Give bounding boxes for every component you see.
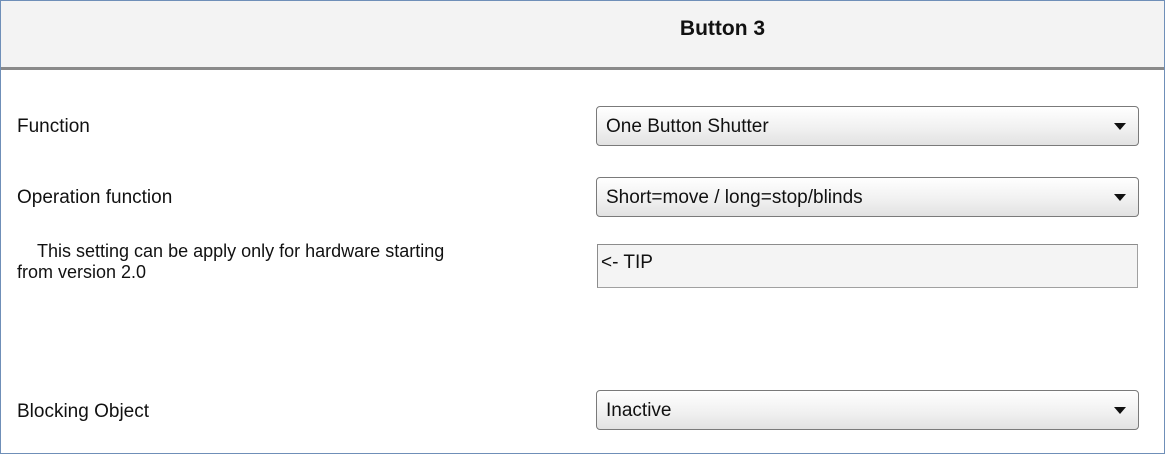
hardware-note: This setting can be apply only for hardw… — [17, 241, 577, 283]
chevron-down-icon[interactable] — [1114, 407, 1126, 414]
function-label: Function — [17, 116, 90, 137]
function-dropdown-value: One Button Shutter — [606, 116, 769, 137]
blocking-object-label: Blocking Object — [17, 401, 150, 422]
chevron-down-icon[interactable] — [1114, 123, 1126, 130]
function-dropdown[interactable]: One Button Shutter — [596, 106, 1139, 146]
operation-function-label: Operation function — [17, 187, 173, 208]
operation-function-dropdown-value: Short=move / long=stop/blinds — [606, 187, 863, 208]
hardware-note-line-2: from version 2.0 — [17, 262, 147, 282]
parameter-panel: Button 3 Function One Button Shutter Ope… — [0, 0, 1165, 454]
blocking-object-dropdown[interactable]: Inactive — [596, 390, 1139, 430]
panel-header: Button 3 — [1, 1, 1164, 67]
chevron-down-icon[interactable] — [1114, 194, 1126, 201]
tip-field: <- TIP — [597, 244, 1138, 288]
hardware-note-line-1: This setting can be apply only for hardw… — [37, 241, 445, 261]
blocking-object-dropdown-value: Inactive — [606, 400, 672, 421]
header-separator — [1, 67, 1164, 70]
tip-text: <- TIP — [601, 252, 653, 273]
operation-function-dropdown[interactable]: Short=move / long=stop/blinds — [596, 177, 1139, 217]
panel-title: Button 3 — [679, 17, 766, 40]
